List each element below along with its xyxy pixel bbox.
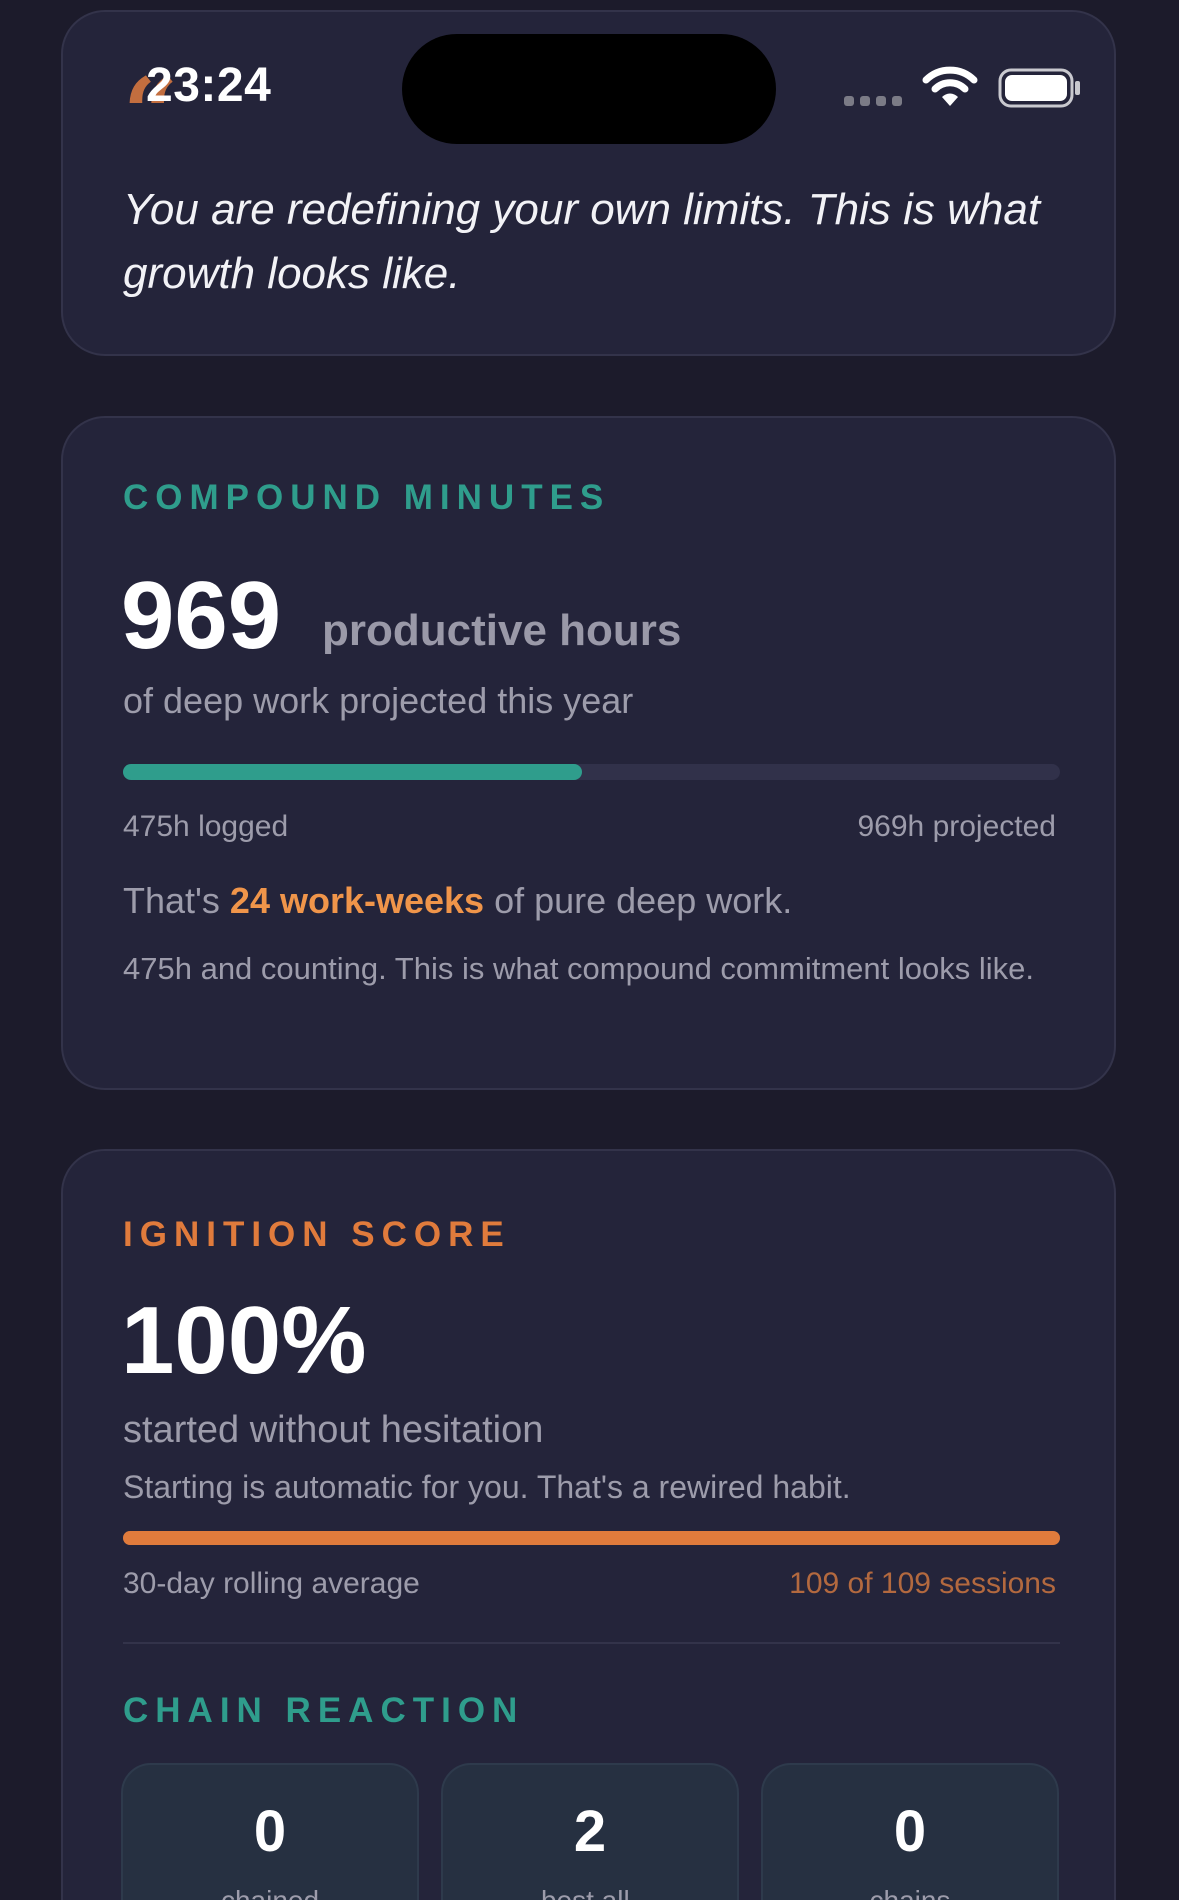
battery-icon (998, 68, 1080, 108)
screen: 23:24 “ You are redefining your own limi… (0, 0, 1179, 1900)
ignition-progress-bar (123, 1531, 1060, 1545)
work-weeks-sentence: That's 24 work-weeks of pure deep work. (123, 880, 792, 922)
hours-progress-bar (123, 764, 1060, 780)
logged-hours-label: 475h logged (123, 810, 289, 843)
cellular-signal-icon (844, 96, 902, 106)
hours-progress-fill (123, 764, 583, 780)
projected-hours-subtitle: of deep work projected this year (123, 680, 634, 721)
ignition-progress-fill (123, 1531, 1060, 1545)
dynamic-island (402, 34, 776, 144)
rolling-average-label: 30-day rolling average (123, 1567, 420, 1600)
chain-tile-label: chained (123, 1885, 417, 1900)
chain-tile-label: chains (763, 1885, 1057, 1900)
work-weeks-suffix: of pure deep work. (484, 880, 793, 921)
work-weeks-highlight: 24 work-weeks (229, 880, 485, 921)
ignition-score-label: IGNITION SCORE (123, 1215, 511, 1254)
chain-tile-chained: 0 chained (121, 1763, 419, 1900)
compound-minutes-card: COMPOUND MINUTES 969 productive hours of… (61, 416, 1116, 1090)
compound-minutes-label: COMPOUND MINUTES (123, 478, 611, 517)
chain-tile-label: best all- (443, 1885, 737, 1900)
wifi-icon (922, 66, 978, 106)
status-time: 23:24 (146, 59, 272, 112)
ignition-score-value: 100% (121, 1287, 367, 1394)
chain-tile-chains: 0 chains (761, 1763, 1059, 1900)
compound-note: 475h and counting. This is what compound… (123, 951, 1034, 986)
work-weeks-prefix: That's (123, 880, 230, 921)
ignition-score-subtitle: started without hesitation (123, 1409, 544, 1451)
chain-tile-value: 0 (253, 1799, 287, 1864)
projected-hours-suffix: productive hours (322, 606, 682, 655)
ignition-score-card: IGNITION SCORE 100% started without hesi… (61, 1149, 1116, 1900)
quote-text: You are redefining your own limits. This… (123, 185, 1041, 298)
chain-reaction-tiles: 0 chained 2 best all- 0 chains (121, 1763, 1059, 1900)
chain-reaction-label: CHAIN REACTION (123, 1691, 525, 1730)
chain-tile-value: 0 (893, 1799, 927, 1864)
section-divider (123, 1642, 1060, 1644)
chain-tile-value: 2 (573, 1799, 607, 1864)
chain-tile-best: 2 best all- (441, 1763, 739, 1900)
projected-hours-value: 969 (121, 562, 282, 669)
projected-hours-label: 969h projected (857, 810, 1057, 843)
ignition-score-note: Starting is automatic for you. That's a … (123, 1469, 851, 1505)
sessions-count-label: 109 of 109 sessions (789, 1567, 1056, 1600)
